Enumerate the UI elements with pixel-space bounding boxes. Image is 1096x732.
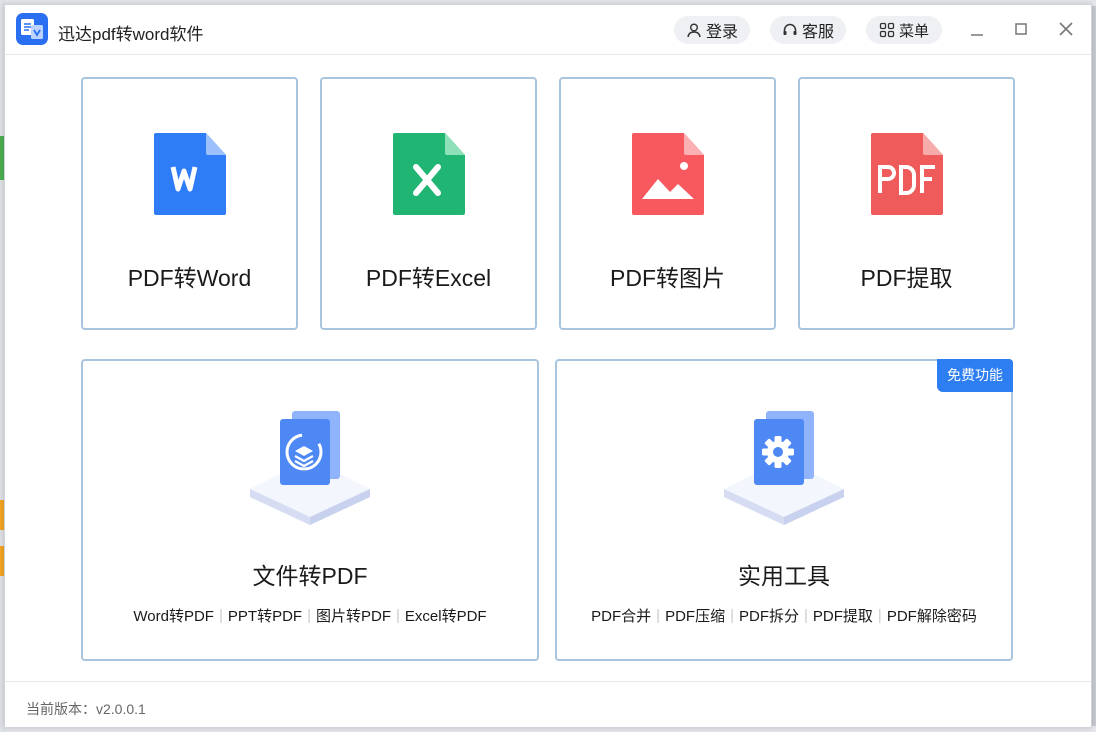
panel-file-to-pdf[interactable]: 文件转PDF Word转PDF | PPT转PDF | 图片转PDF | Exc…	[81, 359, 539, 661]
tool-card-pdf-to-excel[interactable]: PDF转Excel	[320, 77, 537, 330]
minimize-icon	[971, 34, 983, 36]
pdf-doc-icon	[871, 133, 943, 215]
menu-button[interactable]: 菜单	[866, 16, 942, 44]
customer-service-button[interactable]: 客服	[770, 16, 846, 44]
separator: |	[656, 607, 661, 624]
tool-label: PDF转图片	[610, 265, 725, 291]
tool-label: PDF转Word	[127, 265, 252, 291]
sublinks: Word转PDF | PPT转PDF | 图片转PDF | Excel转PDF	[83, 605, 537, 626]
link-pdf-extract[interactable]: PDF提取	[813, 605, 873, 626]
separator: |	[396, 607, 400, 624]
link-ppt-to-pdf[interactable]: PPT转PDF	[228, 605, 302, 626]
close-icon	[1059, 22, 1073, 36]
footer: 当前版本：v2.0.0.1	[5, 681, 1091, 728]
tool-card-pdf-to-image[interactable]: PDF转图片	[559, 77, 776, 330]
panel-title: 实用工具	[738, 563, 830, 589]
link-pdf-merge[interactable]: PDF合并	[591, 605, 651, 626]
app-logo-icon	[16, 13, 48, 45]
maximize-button[interactable]	[1009, 17, 1033, 41]
headset-icon	[783, 23, 797, 35]
separator: |	[307, 607, 311, 624]
link-image-to-pdf[interactable]: 图片转PDF	[316, 605, 391, 626]
link-word-to-pdf[interactable]: Word转PDF	[133, 605, 214, 626]
link-pdf-split[interactable]: PDF拆分	[739, 605, 799, 626]
login-label: 登录	[705, 24, 738, 41]
separator: |	[804, 607, 808, 624]
tool-label: PDF提取	[860, 265, 953, 291]
menu-label: 菜单	[898, 22, 929, 40]
app-title: 迅达pdf转word软件	[58, 25, 204, 44]
settings-tool-icon	[724, 411, 844, 525]
grid-menu-icon	[879, 22, 895, 38]
maximize-icon	[1015, 23, 1027, 35]
service-label: 客服	[801, 24, 834, 41]
excel-doc-icon	[393, 133, 465, 215]
sublinks: PDF合并 | PDF压缩 | PDF拆分 | PDF提取 | PDF解除密码	[557, 605, 1011, 626]
link-pdf-unlock[interactable]: PDF解除密码	[887, 605, 977, 626]
free-feature-badge: 免费功能	[937, 359, 1013, 392]
tool-card-pdf-to-word[interactable]: PDF转Word	[81, 77, 298, 330]
user-icon	[687, 23, 701, 38]
version-text: 当前版本：v2.0.0.1	[26, 701, 146, 717]
close-button[interactable]	[1054, 17, 1078, 41]
panel-title: 文件转PDF	[252, 563, 368, 589]
minimize-button[interactable]	[965, 17, 989, 41]
title-bar: 迅达pdf转word软件 登录 客服 菜单	[5, 5, 1091, 55]
word-doc-icon	[154, 133, 226, 215]
convert-to-pdf-icon	[250, 411, 370, 525]
app-window: 迅达pdf转word软件 登录 客服 菜单 PDF转Word PDF转Excel…	[4, 4, 1092, 728]
separator: |	[218, 607, 223, 624]
separator: |	[877, 607, 882, 624]
tool-card-pdf-extract[interactable]: PDF提取	[798, 77, 1015, 330]
link-excel-to-pdf[interactable]: Excel转PDF	[405, 605, 487, 626]
login-button[interactable]: 登录	[674, 16, 750, 44]
tool-label: PDF转Excel	[365, 265, 492, 291]
image-doc-icon	[632, 133, 704, 215]
link-pdf-compress[interactable]: PDF压缩	[665, 605, 725, 626]
panel-utility-tools[interactable]: 免费功能 实用工具 PDF合并 | PDF压缩 | PDF拆分 | PDF提取 …	[555, 359, 1013, 661]
separator: |	[730, 607, 734, 624]
